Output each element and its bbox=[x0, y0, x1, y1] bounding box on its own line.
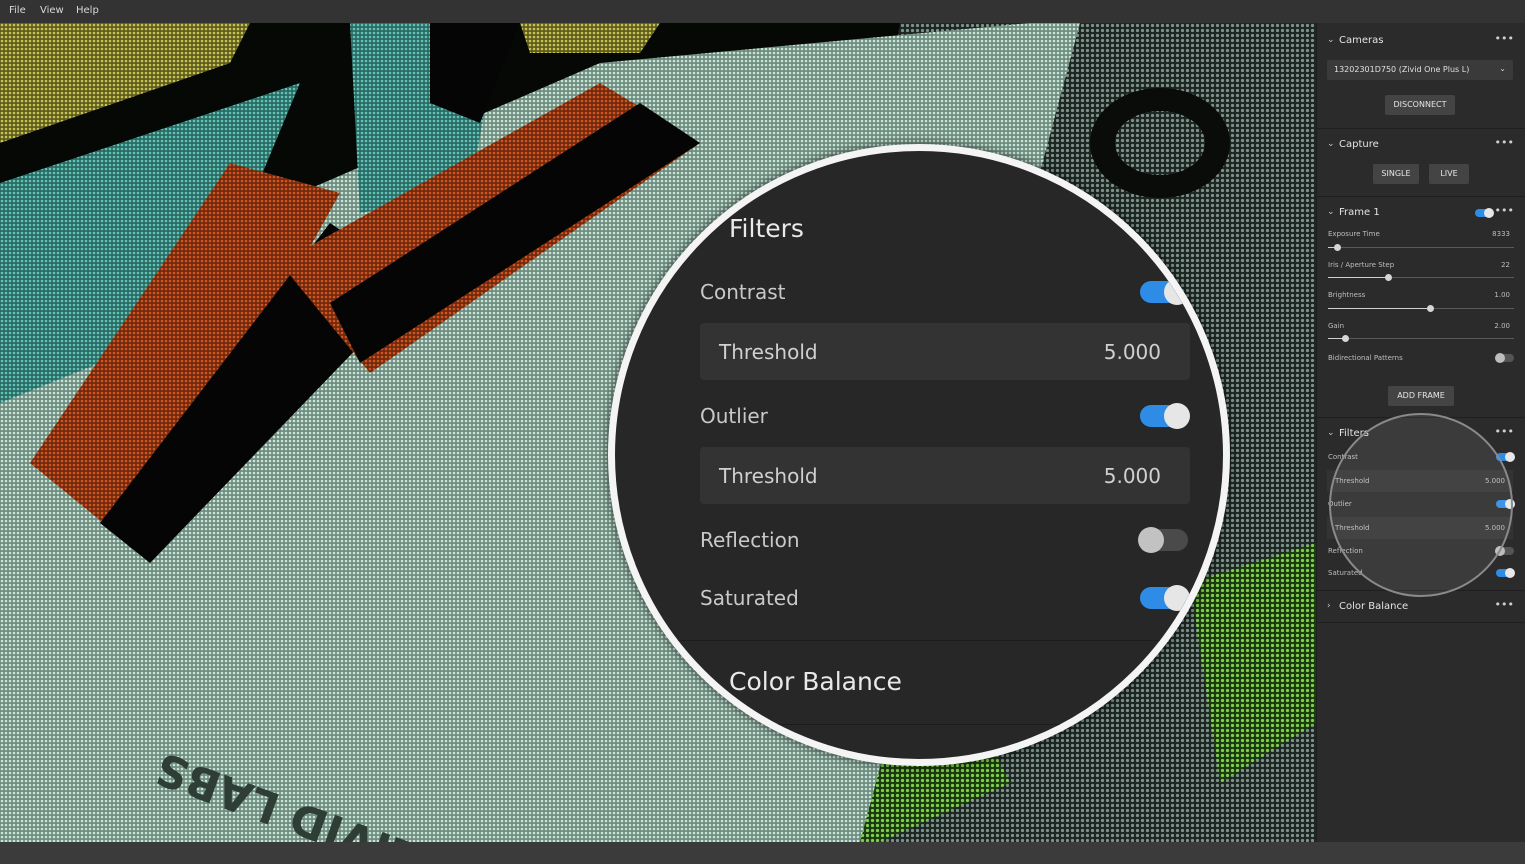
magnifier-source-highlight bbox=[1329, 413, 1513, 597]
menu-help[interactable]: Help bbox=[76, 5, 99, 16]
magnified-reflection-toggle bbox=[1138, 527, 1188, 553]
magnified-filters-title: Filters bbox=[729, 214, 804, 243]
toggle-knob bbox=[1495, 353, 1505, 363]
divider bbox=[1317, 196, 1525, 197]
gain-label: Gain bbox=[1328, 322, 1345, 330]
cameras-title: Cameras bbox=[1339, 35, 1384, 46]
color-balance-section-header[interactable]: › Color Balance ••• bbox=[1317, 597, 1525, 617]
camera-select-value: 13202301D750 (Zivid One Plus L) bbox=[1334, 65, 1470, 74]
saturated-toggle[interactable] bbox=[1496, 568, 1515, 578]
gain-value: 2.00 bbox=[1494, 322, 1510, 330]
exposure-time-slider[interactable] bbox=[1328, 244, 1514, 251]
toggle-knob bbox=[1164, 279, 1190, 305]
chevron-down-icon: ⌄ bbox=[1327, 139, 1335, 149]
slider-handle[interactable] bbox=[1334, 244, 1342, 251]
toggle-knob bbox=[1505, 568, 1515, 578]
bidirectional-toggle[interactable] bbox=[1495, 353, 1514, 363]
slider-fill bbox=[1328, 277, 1388, 278]
chevron-down-icon: ⌄ bbox=[1327, 35, 1335, 45]
slider-handle[interactable] bbox=[1427, 305, 1435, 312]
magnified-reflection-label: Reflection bbox=[700, 528, 800, 552]
menu-view[interactable]: View bbox=[40, 5, 64, 16]
toggle-knob bbox=[1484, 208, 1494, 218]
capture-section-header[interactable]: ⌄ Capture ••• bbox=[1317, 135, 1525, 155]
gain-slider[interactable] bbox=[1328, 335, 1514, 342]
slider-fill bbox=[1328, 308, 1431, 309]
threshold-value: 5.000 bbox=[1103, 340, 1161, 364]
magnified-contrast-label: Contrast bbox=[700, 280, 786, 304]
divider bbox=[1317, 622, 1525, 623]
magnified-filters-content: Filters Contrast Threshold 5.000 Outlier… bbox=[615, 151, 1223, 759]
menu-bar: File View Help bbox=[0, 0, 1525, 24]
cameras-section-header[interactable]: ⌄ Cameras ••• bbox=[1317, 31, 1525, 51]
color-balance-title: Color Balance bbox=[1339, 601, 1409, 612]
toggle-knob bbox=[1505, 452, 1515, 462]
add-frame-button[interactable]: ADD FRAME bbox=[1388, 386, 1454, 406]
dropdown-arrow-icon: ⌄ bbox=[1499, 64, 1506, 73]
more-icon[interactable]: ••• bbox=[1495, 32, 1514, 45]
frame1-title: Frame 1 bbox=[1339, 207, 1380, 218]
toggle-knob bbox=[1138, 527, 1164, 553]
more-icon[interactable]: ••• bbox=[1495, 136, 1514, 149]
magnified-filters-callout: Filters Contrast Threshold 5.000 Outlier… bbox=[608, 144, 1230, 766]
aperture-value: 22 bbox=[1501, 261, 1510, 269]
magnified-outlier-toggle bbox=[1140, 403, 1190, 429]
threshold-label: Threshold bbox=[719, 464, 818, 488]
frame1-toggle[interactable] bbox=[1475, 208, 1494, 218]
toggle-knob bbox=[1164, 403, 1190, 429]
capture-title: Capture bbox=[1339, 139, 1379, 150]
more-icon[interactable]: ••• bbox=[1495, 204, 1514, 217]
bidirectional-label: Bidirectional Patterns bbox=[1328, 354, 1403, 362]
magnified-saturated-toggle bbox=[1140, 585, 1190, 611]
threshold-label: Threshold bbox=[719, 340, 818, 364]
threshold-value: 5.000 bbox=[1103, 464, 1161, 488]
menu-file[interactable]: File bbox=[9, 5, 26, 16]
more-icon[interactable]: ••• bbox=[1495, 598, 1514, 611]
toggle-knob bbox=[1164, 585, 1190, 611]
brightness-value: 1.00 bbox=[1494, 291, 1510, 299]
slider-handle[interactable] bbox=[1384, 274, 1392, 281]
exposure-time-value: 8333 bbox=[1492, 230, 1510, 238]
disconnect-button[interactable]: DISCONNECT bbox=[1385, 95, 1455, 115]
divider bbox=[615, 724, 1223, 725]
divider bbox=[1317, 128, 1525, 129]
chevron-down-icon: ⌄ bbox=[1327, 428, 1335, 438]
live-capture-button[interactable]: LIVE bbox=[1429, 164, 1469, 184]
magnified-outlier-label: Outlier bbox=[700, 404, 768, 428]
magnified-saturated-label: Saturated bbox=[700, 586, 799, 610]
slider-handle[interactable] bbox=[1341, 335, 1349, 342]
magnified-contrast-threshold: Threshold 5.000 bbox=[700, 323, 1190, 380]
chevron-right-icon: › bbox=[1327, 601, 1331, 611]
magnified-contrast-toggle bbox=[1140, 279, 1190, 305]
single-capture-button[interactable]: SINGLE bbox=[1373, 164, 1419, 184]
divider bbox=[615, 640, 1223, 641]
magnified-outlier-threshold: Threshold 5.000 bbox=[700, 447, 1190, 504]
magnified-color-balance-title: Color Balance bbox=[729, 667, 902, 696]
exposure-time-label: Exposure Time bbox=[1328, 230, 1380, 238]
more-icon[interactable]: ••• bbox=[1495, 425, 1514, 438]
aperture-slider[interactable] bbox=[1328, 274, 1514, 281]
chevron-down-icon: ⌄ bbox=[1327, 207, 1335, 217]
status-bar bbox=[0, 842, 1525, 864]
aperture-label: Iris / Aperture Step bbox=[1328, 261, 1395, 269]
brightness-label: Brightness bbox=[1328, 291, 1366, 299]
camera-select[interactable]: 13202301D750 (Zivid One Plus L) ⌄ bbox=[1327, 60, 1513, 80]
brightness-slider[interactable] bbox=[1328, 305, 1514, 312]
